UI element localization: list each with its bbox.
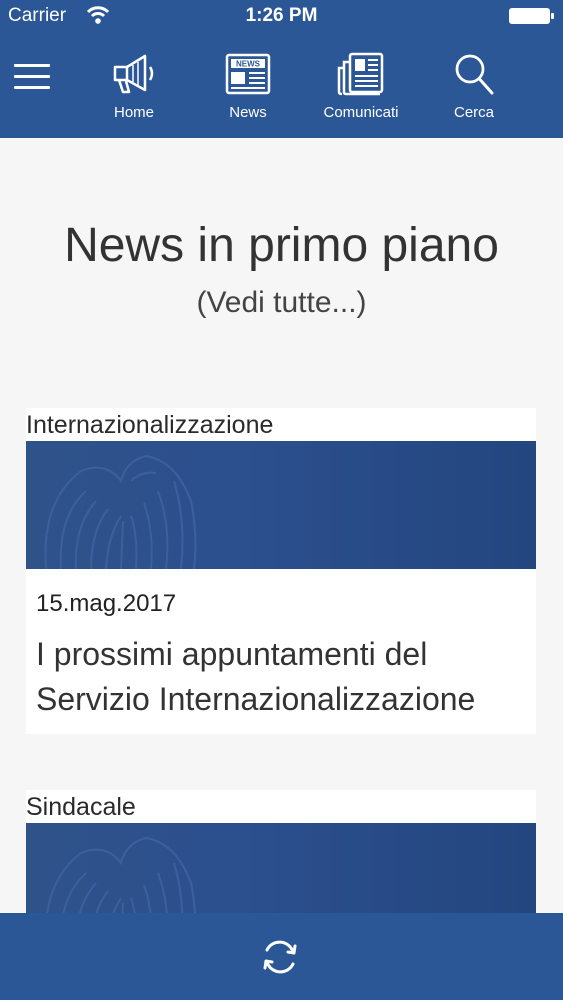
refresh-icon[interactable]	[258, 935, 302, 979]
battery-icon	[509, 8, 554, 24]
see-all-link[interactable]: (Vedi tutte...)	[0, 286, 563, 320]
nav-comunicati[interactable]: Comunicati	[311, 52, 411, 128]
news-card[interactable]: Internazionalizzazione 15.mag.2017 I pro…	[26, 408, 536, 734]
news-feed: News in primo piano (Vedi tutte...) Inte…	[0, 138, 563, 913]
status-bar: Carrier 1:26 PM	[0, 0, 563, 34]
menu-button[interactable]	[14, 64, 50, 94]
card-date: 15.mag.2017	[36, 590, 177, 617]
card-title: I prossimi appuntamenti del Servizio Int…	[36, 636, 476, 717]
card-category: Sindacale	[26, 793, 136, 821]
press-release-icon	[337, 52, 384, 96]
bottom-toolbar	[0, 913, 563, 1000]
nav-cerca[interactable]: Cerca	[424, 52, 524, 128]
main-navbar: Home NEWS News Comunicati Cerca	[0, 34, 563, 138]
megaphone-icon	[113, 54, 154, 94]
nav-news-label: News	[229, 104, 267, 121]
top-header: Carrier 1:26 PM Home NEWS News Comunicat…	[0, 0, 563, 138]
news-card[interactable]: Sindacale	[26, 790, 536, 913]
search-icon	[455, 54, 494, 95]
eagle-watermark-icon	[44, 454, 197, 569]
card-image	[26, 823, 536, 913]
clock: 1:26 PM	[245, 5, 318, 26]
nav-news[interactable]: NEWS News	[198, 52, 298, 128]
card-image	[26, 441, 536, 569]
nav-comunicati-label: Comunicati	[323, 104, 399, 121]
nav-home-label: Home	[113, 104, 154, 121]
nav-home[interactable]: Home	[84, 52, 184, 128]
card-category: Internazionalizzazione	[26, 411, 274, 439]
newspaper-icon: NEWS	[225, 53, 271, 95]
nav-cerca-label: Cerca	[453, 104, 494, 121]
eagle-watermark-icon	[46, 836, 196, 913]
page-title: News in primo piano	[64, 219, 499, 272]
menu-icon	[14, 64, 50, 67]
newspaper-icon-text: NEWS	[236, 60, 261, 69]
